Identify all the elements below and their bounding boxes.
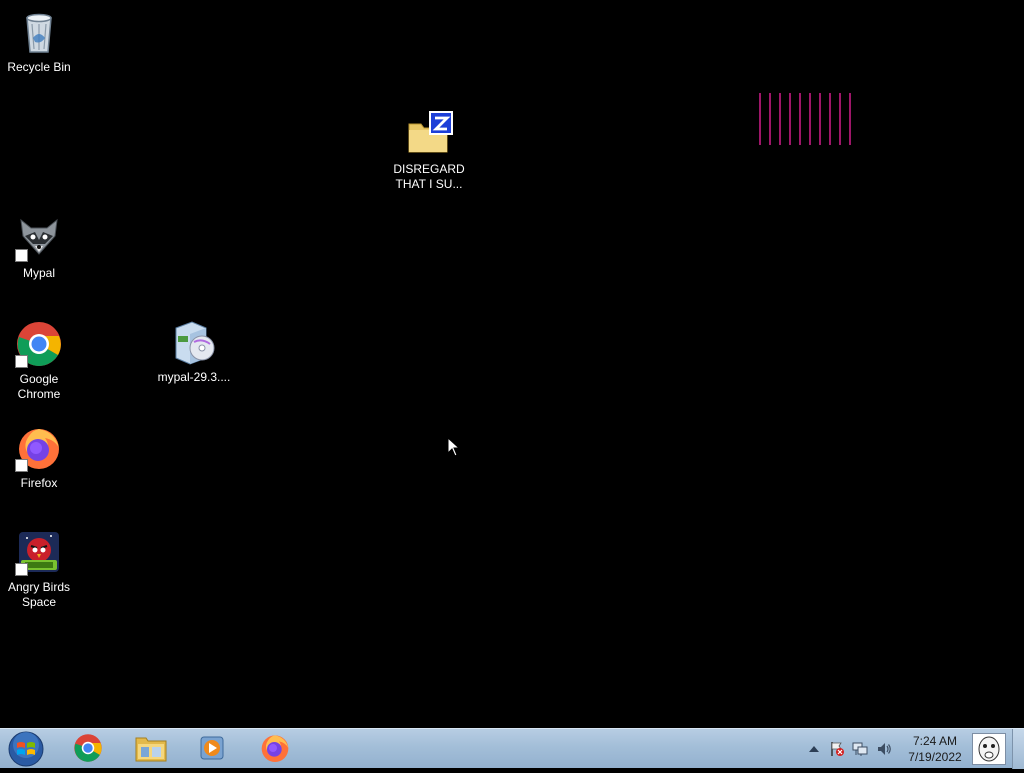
zip-folder-desktop-icon[interactable]: DISREGARD THAT I SU...: [391, 110, 467, 192]
desktop-icon-label: Recycle Bin: [7, 60, 71, 74]
taskbar: 7:24 AM 7/19/2022: [0, 728, 1024, 769]
desktop-icon-label: Google Chrome: [17, 372, 61, 401]
google-chrome-desktop-icon[interactable]: Google Chrome: [1, 320, 77, 402]
user-avatar[interactable]: [972, 733, 1006, 765]
clock-time: 7:24 AM: [912, 734, 958, 748]
chrome-icon: [15, 320, 63, 368]
taskbar-media-player-button[interactable]: [196, 731, 230, 765]
angry-birds-space-icon: [15, 528, 63, 576]
windows-start-orb-icon: [8, 731, 44, 767]
system-clock[interactable]: 7:24 AM 7/19/2022: [902, 733, 968, 765]
firefox-icon: [15, 424, 63, 472]
mypal-icon: [15, 214, 63, 262]
desktop-icon-label: Angry Birds Space: [7, 580, 71, 609]
recycle-bin-desktop-icon[interactable]: Recycle Bin: [1, 8, 77, 75]
pink-lines-graphic: [759, 93, 851, 145]
desktop-icon-label: Mypal: [22, 266, 55, 280]
firefox-desktop-icon[interactable]: Firefox: [1, 424, 77, 491]
taskbar-chrome-button[interactable]: [71, 731, 105, 765]
shortcut-arrow-icon: [15, 563, 28, 576]
recycle-bin-icon: [15, 8, 63, 56]
chrome-icon: [74, 734, 102, 762]
face-icon: [978, 736, 1000, 762]
desktop-icon-label: DISREGARD THAT I SU...: [393, 162, 465, 191]
zip-folder-icon: [405, 110, 453, 158]
folder-icon: [135, 737, 167, 762]
clock-date: 7/19/2022: [908, 750, 962, 764]
start-button[interactable]: [6, 730, 46, 768]
mypal-desktop-icon[interactable]: Mypal: [1, 214, 77, 281]
network-icon[interactable]: [852, 741, 868, 757]
show-hidden-icons-arrow[interactable]: [806, 741, 822, 757]
desktop-icon-label: mypal-29.3....: [157, 370, 231, 384]
mouse-cursor-icon: [447, 437, 461, 457]
angry-birds-space-desktop-icon[interactable]: Angry Birds Space: [1, 528, 77, 610]
desktop-icon-label: Firefox: [20, 476, 58, 490]
shortcut-arrow-icon: [15, 459, 28, 472]
taskbar-firefox-button[interactable]: [258, 731, 292, 765]
volume-icon[interactable]: [876, 741, 892, 757]
mypal-installer-desktop-icon[interactable]: mypal-29.3....: [156, 318, 232, 385]
taskbar-explorer-button[interactable]: [134, 731, 168, 765]
media-player-icon: [200, 736, 224, 760]
shortcut-arrow-icon: [15, 355, 28, 368]
desktop: Recycle Bin DISREGARD THAT I SU... Mypal…: [0, 0, 1024, 728]
shortcut-arrow-icon: [15, 249, 28, 262]
action-center-flag-icon[interactable]: [829, 741, 845, 757]
show-desktop-button[interactable]: [1012, 729, 1024, 769]
installer-icon: [170, 318, 218, 366]
firefox-icon: [261, 735, 289, 762]
